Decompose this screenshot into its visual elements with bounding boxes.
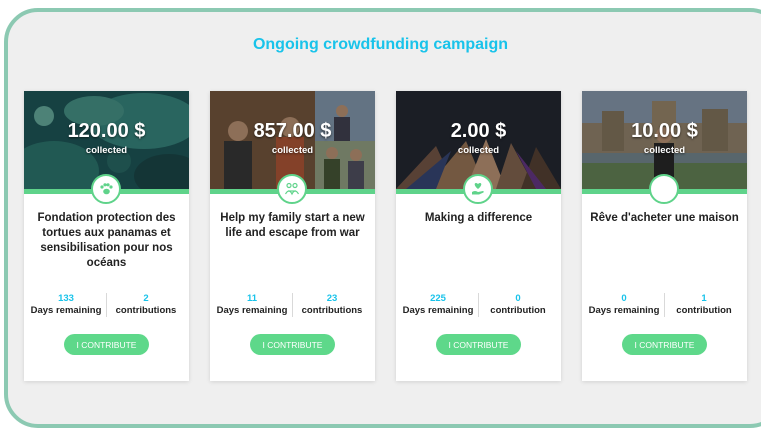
contributions-label: contributions xyxy=(301,305,363,316)
contributions: 2 contributions xyxy=(106,293,186,317)
contribute-button[interactable]: I CONTRIBUTE xyxy=(64,334,149,355)
contributions: 23 contributions xyxy=(292,293,372,317)
collected-label: collected xyxy=(457,145,500,156)
contributions-count: 0 xyxy=(515,293,521,304)
collected-label: collected xyxy=(643,145,686,156)
days-remaining: 225 Days remaining xyxy=(398,293,478,317)
contributions-label: contribution xyxy=(676,305,732,316)
campaign-title: Fondation protection des tortues aux pan… xyxy=(37,212,176,269)
amount-collected: 857.00 $ xyxy=(253,120,332,142)
days-count: 0 xyxy=(621,293,627,304)
heart-hand-icon xyxy=(463,174,493,204)
contributions: 1 contribution xyxy=(664,293,744,317)
days-remaining: 133 Days remaining xyxy=(26,293,106,317)
days-remaining: 0 Days remaining xyxy=(584,293,664,317)
campaign-card[interactable]: 2.00 $ collected Making a difference 225… xyxy=(396,91,561,381)
campaign-card[interactable]: 857.00 $ collected Help my family start … xyxy=(210,91,375,381)
contributions-count: 2 xyxy=(143,293,149,304)
page-title: Ongoing crowdfunding campaign xyxy=(252,36,509,53)
campaign-title: Rêve d'acheter une maison xyxy=(590,212,739,224)
days-label: Days remaining xyxy=(588,305,660,316)
contributions-label: contribution xyxy=(490,305,546,316)
contributions-count: 23 xyxy=(326,293,338,304)
contribute-button[interactable]: I CONTRIBUTE xyxy=(436,334,521,355)
campaign-title: Making a difference xyxy=(424,212,533,224)
contributions-label: contributions xyxy=(115,305,177,316)
contributions-count: 1 xyxy=(701,293,707,304)
days-remaining: 11 Days remaining xyxy=(212,293,292,317)
days-count: 11 xyxy=(246,293,258,304)
people-icon xyxy=(277,174,307,204)
days-label: Days remaining xyxy=(30,305,102,316)
contribute-button[interactable]: I CONTRIBUTE xyxy=(622,334,707,355)
collected-label: collected xyxy=(271,145,314,156)
campaign-card[interactable]: 120.00 $ collected Fondation protection … xyxy=(24,91,189,381)
contributions: 0 contribution xyxy=(478,293,558,317)
days-label: Days remaining xyxy=(402,305,474,316)
paw-icon xyxy=(91,174,121,204)
days-count: 133 xyxy=(58,293,74,304)
amount-collected: 120.00 $ xyxy=(67,120,146,142)
collected-label: collected xyxy=(85,145,128,156)
amount-collected: 10.00 $ xyxy=(631,120,698,142)
campaign-title: Help my family start a new life and esca… xyxy=(220,212,365,239)
contribute-button[interactable]: I CONTRIBUTE xyxy=(250,334,335,355)
empty-icon xyxy=(649,174,679,204)
campaign-card[interactable]: 10.00 $ collected Rêve d'acheter une mai… xyxy=(582,91,747,381)
days-count: 225 xyxy=(430,293,446,304)
days-label: Days remaining xyxy=(216,305,288,316)
amount-collected: 2.00 $ xyxy=(450,120,507,142)
